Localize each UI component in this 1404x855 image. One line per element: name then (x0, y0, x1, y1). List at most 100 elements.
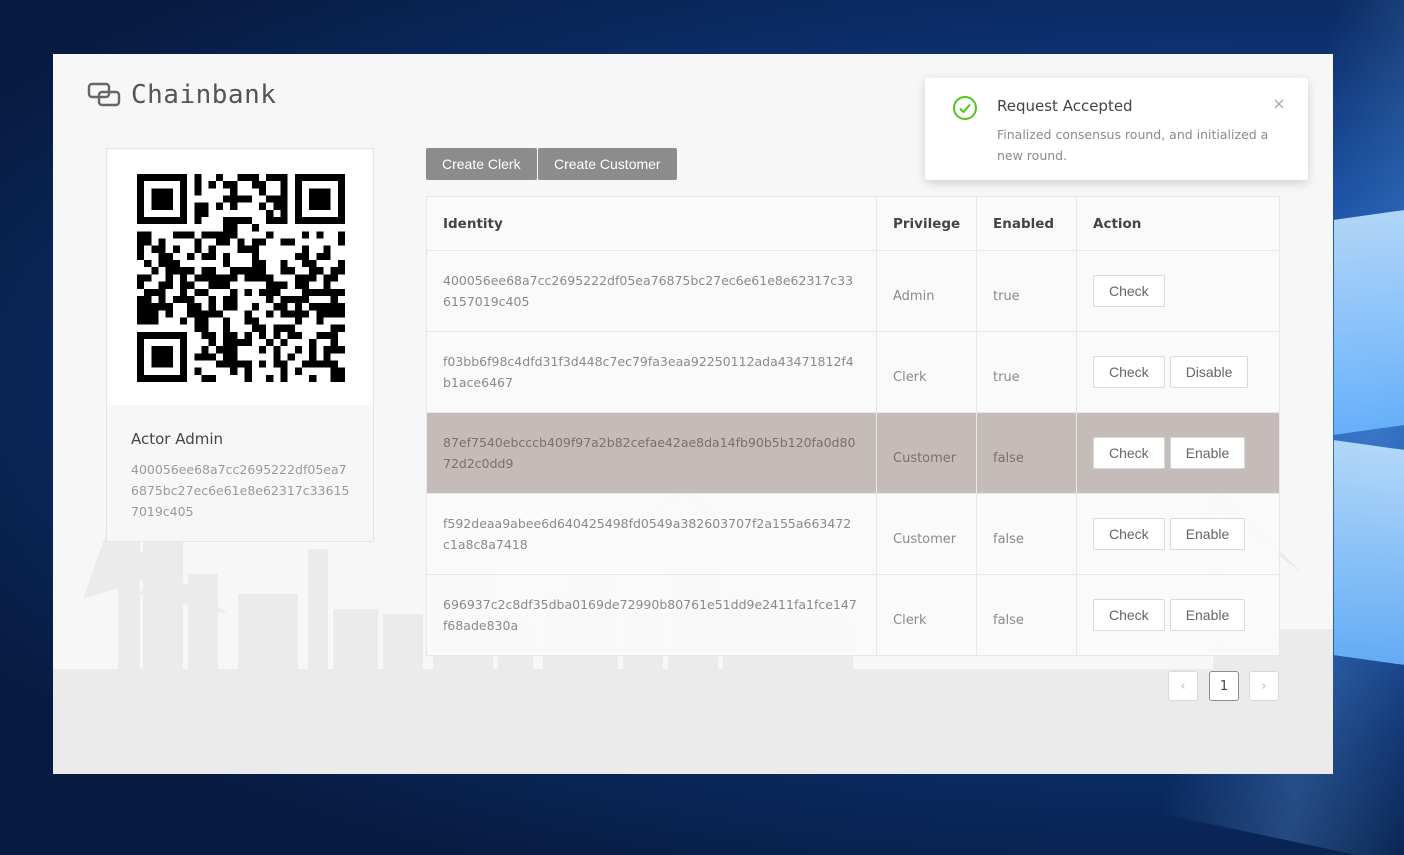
qr-module (165, 202, 173, 210)
qr-module (208, 374, 216, 382)
qr-module (330, 331, 338, 339)
check-button[interactable]: Check (1093, 275, 1165, 307)
create-customer-button[interactable]: Create Customer (538, 148, 677, 180)
close-icon[interactable]: × (1270, 95, 1288, 113)
notification-message: Finalized consensus round, and initializ… (997, 127, 1269, 163)
qr-module (137, 360, 145, 368)
qr-module (244, 367, 252, 375)
enable-button[interactable]: Enable (1169, 437, 1246, 469)
check-button[interactable]: Check (1093, 599, 1165, 631)
enable-button[interactable]: Enable (1169, 599, 1246, 631)
qr-module (309, 174, 317, 182)
qr-module (337, 188, 345, 196)
qr-module (151, 317, 159, 325)
qr-module (194, 310, 202, 318)
qr-module (230, 288, 238, 296)
qr-module (280, 367, 288, 375)
qr-module (280, 260, 288, 268)
qr-module (301, 310, 310, 318)
table-header-row: Identity Privilege Enabled Action (427, 197, 1279, 250)
qr-module (273, 360, 281, 368)
create-clerk-button[interactable]: Create Clerk (426, 148, 537, 180)
qr-module (337, 267, 345, 275)
qr-module (223, 260, 231, 268)
qr-module (180, 331, 188, 339)
qr-module (230, 267, 238, 275)
check-button[interactable]: Check (1093, 356, 1165, 388)
qr-module (280, 295, 288, 304)
row-identity: f592deaa9abee6d640425498fd0549a382603707… (443, 516, 852, 552)
qr-module (230, 231, 238, 239)
qr-module (294, 202, 302, 210)
qr-module (244, 195, 252, 203)
qr-module (172, 231, 181, 239)
qr-module (273, 331, 281, 339)
qr-module (280, 338, 288, 347)
check-button[interactable]: Check (1093, 437, 1165, 469)
qr-module (151, 310, 159, 318)
check-button[interactable]: Check (1093, 518, 1165, 550)
qr-module (223, 360, 231, 368)
qr-module (194, 353, 202, 361)
qr-module (309, 274, 317, 282)
qr-module (144, 238, 152, 246)
table-row: f592deaa9abee6d640425498fd0549a382603707… (427, 493, 1279, 574)
qr-module (208, 245, 216, 253)
qr-module (337, 324, 345, 332)
qr-module (137, 217, 145, 225)
row-privilege: Customer (893, 450, 957, 466)
qr-module (294, 331, 302, 339)
enable-button[interactable]: Enable (1169, 518, 1246, 550)
qr-module (280, 217, 288, 225)
qr-module (151, 346, 159, 354)
table-row: 696937c2c8df35dba0169de72990b80761e51dd9… (427, 574, 1279, 655)
qr-module (187, 310, 195, 318)
qr-module (251, 181, 259, 189)
qr-module (316, 231, 324, 239)
qr-module (215, 346, 224, 354)
qr-module (208, 310, 216, 318)
pagination-page-1[interactable]: 1 (1209, 671, 1239, 701)
qr-module (180, 317, 188, 325)
qr-module (301, 295, 310, 304)
qr-module (201, 209, 209, 218)
qr-module (309, 217, 317, 225)
qr-module (208, 231, 216, 239)
qr-module (137, 367, 145, 375)
column-header-privilege: Privilege (877, 197, 977, 250)
qr-module (223, 217, 231, 225)
qr-module (144, 274, 152, 282)
qr-module (230, 195, 238, 203)
qr-module (316, 310, 324, 318)
qr-module (266, 174, 274, 182)
qr-module (244, 267, 252, 275)
qr-module (337, 217, 345, 225)
qr-module (258, 188, 267, 196)
qr-module (151, 245, 159, 253)
qr-module (294, 188, 302, 196)
qr-module (230, 331, 238, 339)
qr-module (266, 209, 274, 218)
pagination-next-button[interactable]: › (1249, 671, 1279, 701)
qr-module (323, 303, 331, 311)
qr-module (137, 338, 145, 347)
qr-module (273, 324, 281, 332)
qr-module (201, 324, 209, 332)
qr-module (237, 245, 245, 253)
qr-module (316, 360, 324, 368)
qr-module (280, 281, 288, 289)
qr-module (244, 174, 252, 182)
qr-module (316, 303, 324, 311)
qr-module (280, 267, 288, 275)
pagination-prev-button[interactable]: ‹ (1168, 671, 1198, 701)
qr-module (294, 346, 302, 354)
qr-module (180, 174, 188, 182)
qr-module (280, 303, 288, 311)
qr-module (230, 360, 238, 368)
qr-module (258, 360, 267, 368)
disable-button[interactable]: Disable (1169, 356, 1249, 388)
qr-module (323, 360, 331, 368)
qr-module (316, 267, 324, 275)
qr-module (208, 295, 216, 304)
qr-module (151, 303, 159, 311)
